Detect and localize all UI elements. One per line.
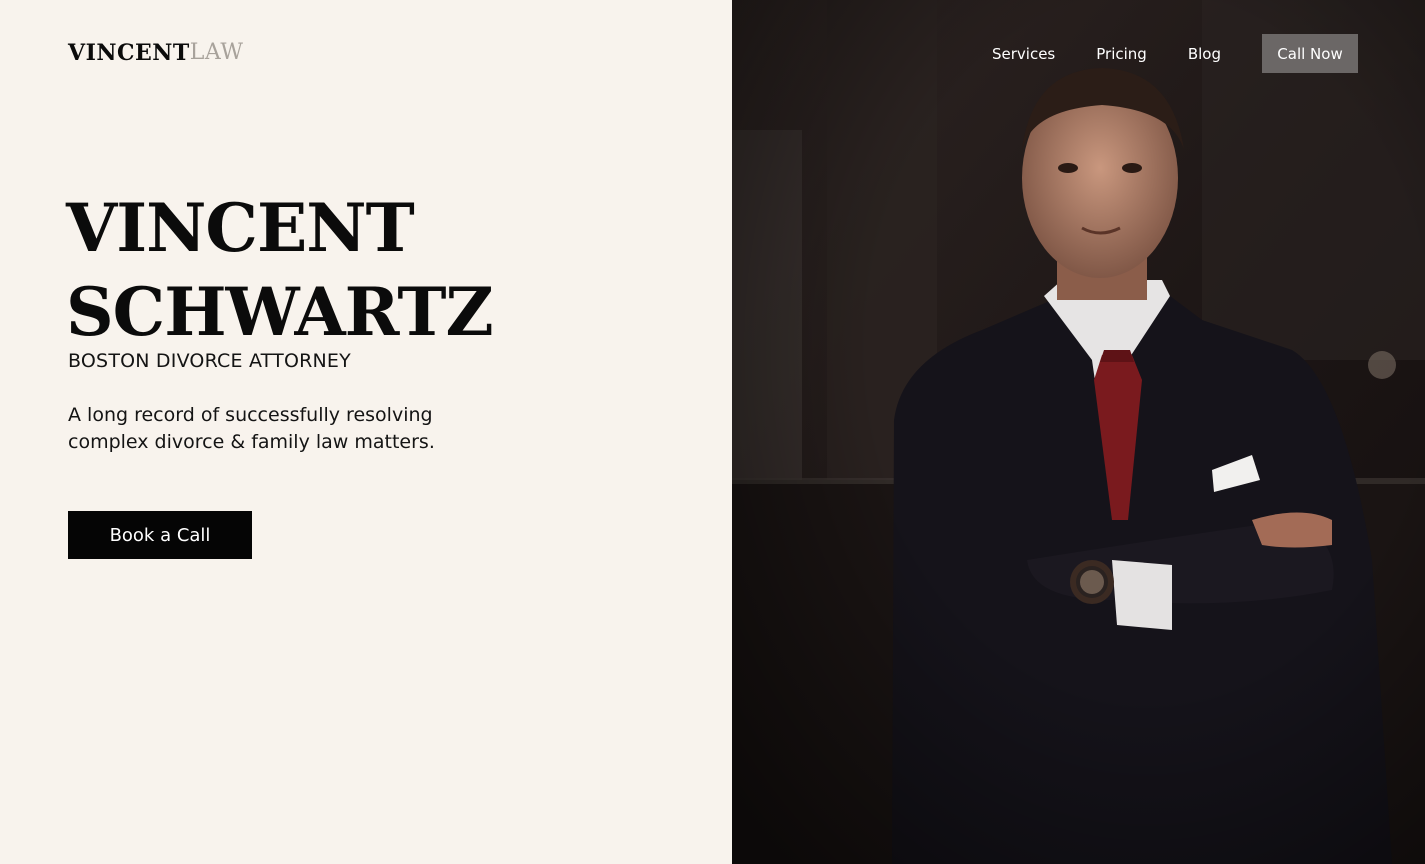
logo[interactable]: VINCENT LAW (68, 40, 243, 66)
hero-left-panel: VINCENT LAW VINCENT SCHWARTZ BOSTON DIVO… (0, 0, 732, 864)
nav-item-blog[interactable]: Blog (1188, 45, 1221, 63)
attorney-photo (732, 0, 1425, 864)
book-call-button[interactable]: Book a Call (68, 511, 252, 559)
hero-title: VINCENT SCHWARTZ (66, 186, 494, 354)
logo-primary-text: VINCENT (68, 40, 190, 66)
hero-description: A long record of successfully resolving … (68, 404, 435, 453)
hero-image-panel: Services Pricing Blog Call Now (732, 0, 1425, 864)
nav-item-pricing[interactable]: Pricing (1096, 45, 1147, 63)
hero-subtitle: BOSTON DIVORCE ATTORNEY (68, 350, 351, 372)
call-now-button[interactable]: Call Now (1262, 34, 1358, 73)
top-nav: Services Pricing Blog Call Now (992, 34, 1358, 73)
hero-title-line1: VINCENT (66, 189, 415, 267)
nav-item-services[interactable]: Services (992, 45, 1055, 63)
hero-title-line2: SCHWARTZ (66, 273, 494, 351)
logo-secondary-text: LAW (189, 40, 244, 65)
